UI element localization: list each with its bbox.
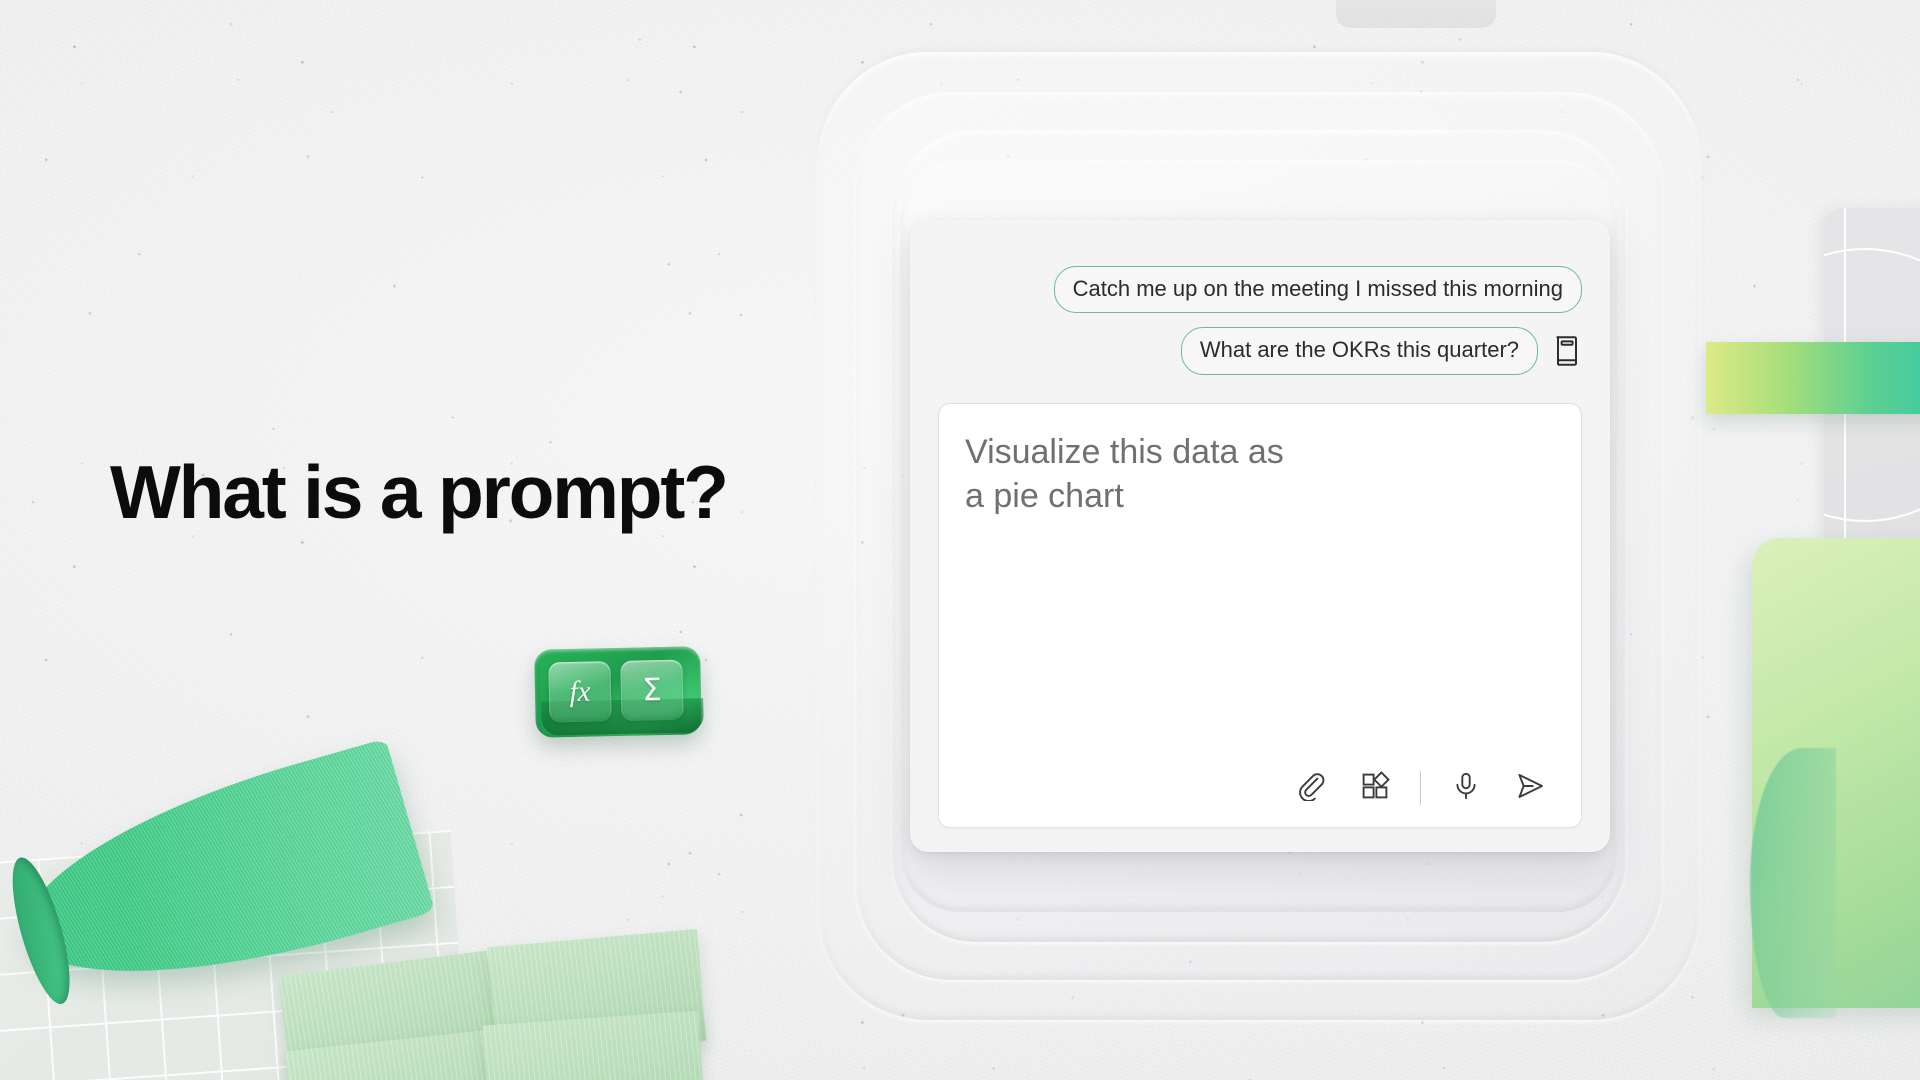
page-title: What is a prompt? [110, 450, 729, 534]
keycap-sigma: Σ [620, 659, 684, 721]
scene: What is a prompt? Catch me up on the mee… [0, 0, 1920, 1080]
attach-button[interactable] [1290, 767, 1332, 809]
apps-grid-icon [1360, 770, 1390, 806]
keyboard-key-tray: fx Σ [534, 646, 702, 738]
paperclip-icon [1296, 771, 1326, 806]
composer-toolbar [965, 767, 1555, 809]
curved-green-sheet-prop [1752, 538, 1920, 1008]
send-button[interactable] [1509, 767, 1551, 809]
suggestion-chip-catch-me-up[interactable]: Catch me up on the meeting I missed this… [1053, 266, 1582, 314]
microphone-icon [1451, 771, 1481, 806]
toolbar-divider [1419, 771, 1421, 805]
dictate-button[interactable] [1445, 767, 1487, 809]
chat-card: Catch me up on the meeting I missed this… [910, 220, 1610, 852]
prompt-input[interactable]: Visualize this data as a pie chart [965, 430, 1555, 767]
suggestion-chip-row-2: What are the OKRs this quarter? [1180, 327, 1582, 375]
suggestion-chip-okrs[interactable]: What are the OKRs this quarter? [1180, 327, 1538, 375]
decorative-nub [1336, 0, 1496, 28]
send-icon [1514, 770, 1546, 807]
keycap-fx: fx [548, 661, 612, 723]
prompt-composer[interactable]: Visualize this data as a pie chart [938, 402, 1582, 828]
suggestion-chip-row-1: Catch me up on the meeting I missed this… [1053, 266, 1582, 314]
suggestion-chip-list: Catch me up on the meeting I missed this… [938, 266, 1582, 375]
apps-button[interactable] [1354, 767, 1396, 809]
notebook-icon[interactable] [1552, 334, 1582, 368]
gradient-strip-prop [1706, 342, 1920, 414]
